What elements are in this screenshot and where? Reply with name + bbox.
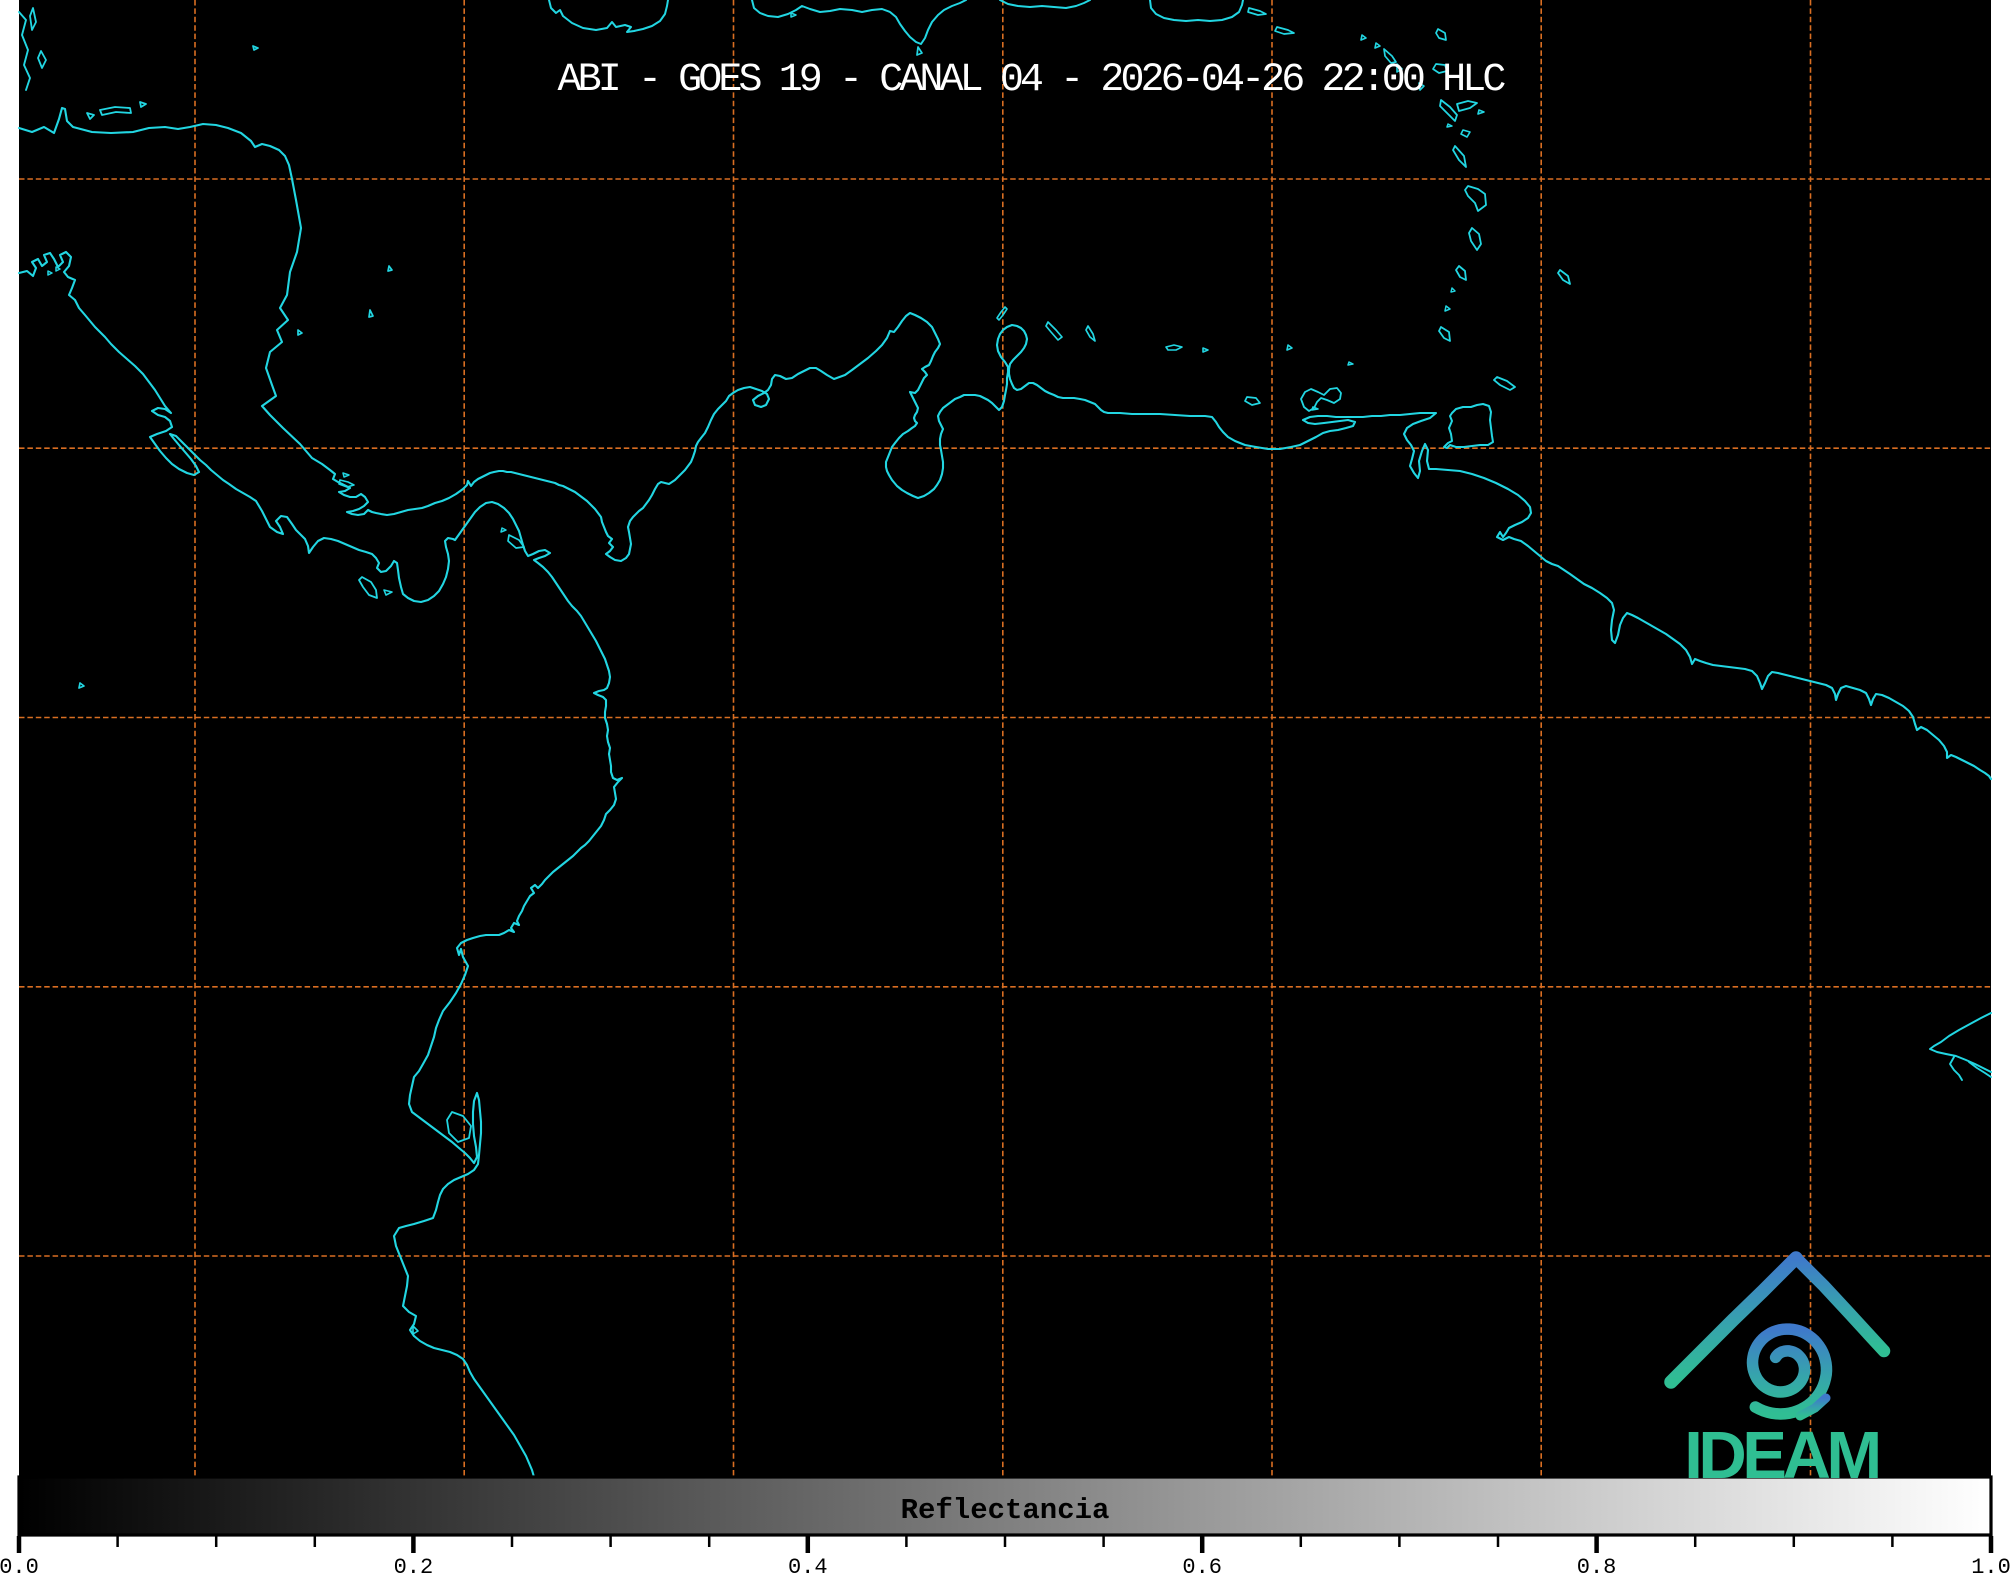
svg-text:0.8: 0.8 xyxy=(1577,1555,1617,1577)
svg-text:0.6: 0.6 xyxy=(1182,1555,1222,1577)
svg-text:0.2: 0.2 xyxy=(394,1555,434,1577)
svg-text:ABI - GOES 19 - CANAL 04 - 202: ABI - GOES 19 - CANAL 04 - 2026-04-26 22… xyxy=(558,58,1506,103)
svg-text:Reflectancia: Reflectancia xyxy=(901,1494,1110,1527)
svg-text:IDEAM: IDEAM xyxy=(1684,1418,1878,1493)
svg-text:0.4: 0.4 xyxy=(788,1555,828,1577)
svg-text:1.0: 1.0 xyxy=(1971,1555,2011,1577)
svg-text:0.0: 0.0 xyxy=(0,1555,39,1577)
